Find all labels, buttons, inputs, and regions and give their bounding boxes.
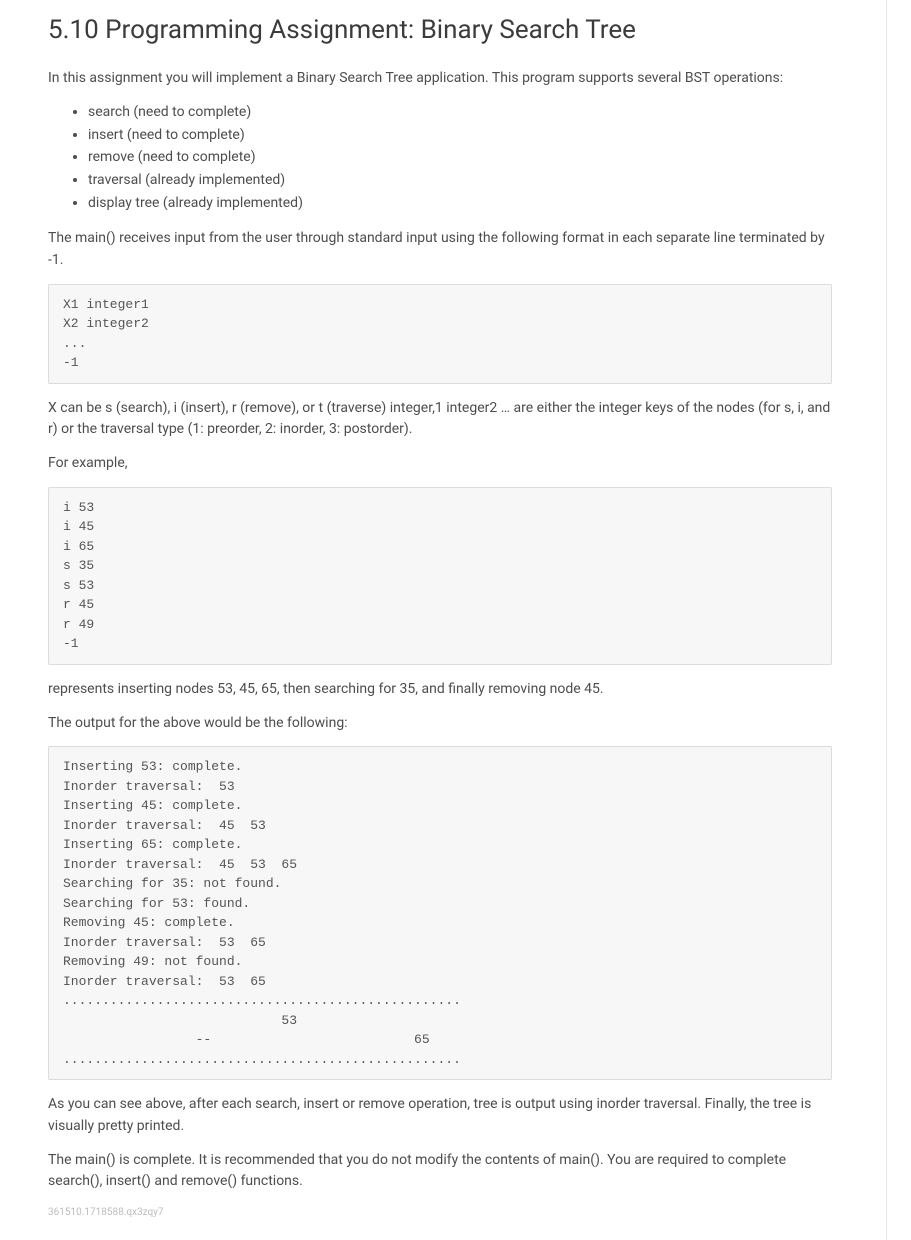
operations-list: search (need to complete) insert (need t… (48, 102, 832, 214)
for-example-label: For example, (48, 453, 832, 475)
main-input-description: The main() receives input from the user … (48, 228, 832, 271)
after-output-paragraph: As you can see above, after each search,… (48, 1094, 832, 1137)
list-item: display tree (already implemented) (88, 193, 832, 215)
right-divider (886, 0, 887, 1240)
page-title: 5.10 Programming Assignment: Binary Sear… (48, 10, 832, 50)
list-item: remove (need to complete) (88, 147, 832, 169)
output-intro: The output for the above would be the fo… (48, 713, 832, 735)
document-id-code: 361510.1718588.qx3zqy7 (48, 1205, 832, 1221)
x-explanation: X can be s (search), i (insert), r (remo… (48, 398, 832, 441)
document-content: 5.10 Programming Assignment: Binary Sear… (0, 0, 880, 1240)
code-example-output: Inserting 53: complete. Inorder traversa… (48, 746, 832, 1080)
code-input-format: X1 integer1 X2 integer2 ... -1 (48, 284, 832, 384)
list-item: search (need to complete) (88, 102, 832, 124)
list-item: insert (need to complete) (88, 125, 832, 147)
page-root: 5.10 Programming Assignment: Binary Sear… (0, 0, 911, 1240)
list-item: traversal (already implemented) (88, 170, 832, 192)
code-example-input: i 53 i 45 i 65 s 35 s 53 r 45 r 49 -1 (48, 487, 832, 665)
main-complete-paragraph: The main() is complete. It is recommende… (48, 1150, 832, 1193)
intro-paragraph: In this assignment you will implement a … (48, 68, 832, 90)
example-explanation: represents inserting nodes 53, 45, 65, t… (48, 679, 832, 701)
